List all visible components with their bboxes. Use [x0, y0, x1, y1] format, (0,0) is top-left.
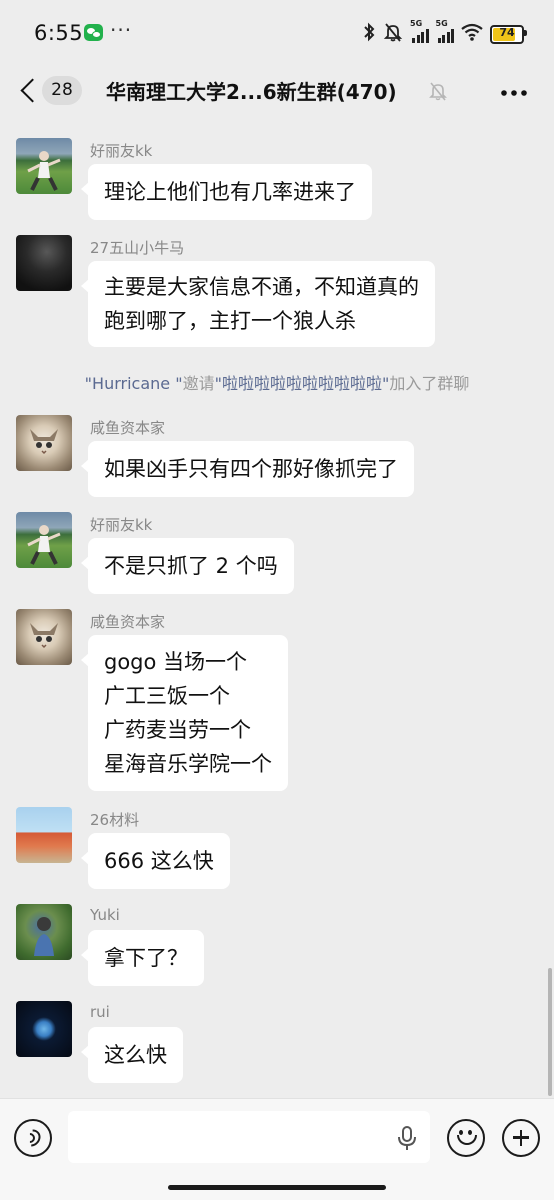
system-notice-suffix: 加入了群聊	[389, 374, 470, 393]
chat-title[interactable]: 华南理工大学2...6新生群(470)	[106, 76, 397, 105]
message-bubble[interactable]: 主要是大家信息不通，不知道真的 跑到哪了，主打一个狼人杀	[81, 261, 435, 347]
cat-avatar[interactable]	[16, 609, 72, 665]
voice-icon[interactable]	[14, 1119, 52, 1157]
message-text: 广工三饭一个	[104, 684, 230, 708]
earth-avatar[interactable]	[16, 1001, 72, 1057]
dark-photo-avatar[interactable]	[16, 235, 72, 291]
message-text: 广药麦当劳一个	[104, 718, 251, 742]
cat-avatar[interactable]	[16, 415, 72, 471]
sender-name: 咸鱼资本家	[90, 419, 166, 437]
wifi-icon	[461, 23, 483, 45]
scrollbar[interactable]	[548, 968, 552, 1096]
person-avatar[interactable]	[16, 904, 72, 960]
microphone-icon[interactable]	[397, 1126, 417, 1152]
status-bar: 6:55 ··· 5G 5G 74	[0, 0, 554, 66]
sender-name: 26材料	[90, 811, 140, 829]
signal-icon: 5G	[410, 19, 429, 43]
message-text: 如果凶手只有四个那好像抓完了	[104, 457, 398, 481]
status-time: 6:55	[34, 21, 84, 45]
message-text: 这么快	[104, 1043, 167, 1067]
sender-name: 好丽友kk	[90, 142, 153, 160]
plus-icon[interactable]	[502, 1119, 540, 1157]
signal-label: 5G	[410, 19, 423, 28]
sender-name: 咸鱼资本家	[90, 613, 166, 631]
soccer-player-avatar[interactable]	[16, 512, 72, 568]
message-text: 拿下了？	[104, 946, 188, 970]
invitee-name[interactable]: "啦啦啦啦啦啦啦啦啦啦"	[215, 374, 390, 393]
message-text: 理论上他们也有几率进来了	[104, 180, 356, 204]
sender-name: 好丽友kk	[90, 516, 153, 534]
sender-name: 27五山小牛马	[90, 239, 185, 257]
inviter-name[interactable]: "Hurricane "	[85, 374, 183, 393]
message-bubble[interactable]: 理论上他们也有几率进来了	[81, 164, 372, 220]
message-text: 不是只抓了 2 个吗	[104, 554, 278, 578]
sender-name: rui	[90, 1003, 110, 1021]
message-list[interactable]: 好丽友kk 理论上他们也有几率进来了 27五山小牛马 主要是大家信息不通，不知道…	[0, 118, 554, 1098]
message-text: 跑到哪了，主打一个狼人杀	[104, 309, 356, 333]
more-options-button[interactable]	[500, 78, 528, 103]
home-indicator[interactable]	[168, 1185, 386, 1190]
message-bubble[interactable]: 拿下了？	[81, 930, 204, 986]
signal-icon: 5G	[436, 19, 454, 43]
wechat-notification-icon	[84, 24, 103, 41]
soccer-player-avatar[interactable]	[16, 138, 72, 194]
battery-icon: 74	[490, 24, 527, 44]
status-icons: 5G 5G 74	[362, 19, 527, 48]
system-notice-verb: 邀请	[182, 374, 215, 393]
message-bubble[interactable]: 666 这么快	[81, 833, 230, 889]
more-notifications-icon: ···	[110, 18, 133, 42]
chevron-left-icon	[20, 78, 45, 103]
message-text: 星海音乐学院一个	[104, 752, 272, 776]
battery-level: 74	[499, 25, 515, 39]
bell-off-icon	[428, 81, 448, 101]
message-text: gogo 当场一个	[104, 650, 248, 674]
message-bubble[interactable]: gogo 当场一个 广工三饭一个 广药麦当劳一个 星海音乐学院一个	[81, 635, 288, 791]
emoji-icon[interactable]	[447, 1119, 485, 1157]
building-avatar[interactable]	[16, 807, 72, 863]
message-bubble[interactable]: 如果凶手只有四个那好像抓完了	[81, 441, 414, 497]
message-bubble[interactable]: 这么快	[81, 1027, 183, 1083]
message-text: 主要是大家信息不通，不知道真的	[104, 275, 419, 299]
unread-count-badge: 28	[42, 76, 82, 105]
sender-name: Yuki	[90, 906, 120, 924]
chat-header: 28 华南理工大学2...6新生群(470)	[0, 66, 554, 118]
message-input[interactable]	[68, 1111, 430, 1163]
message-text: 666 这么快	[104, 849, 214, 873]
bell-off-icon	[383, 22, 403, 46]
input-bar	[0, 1098, 554, 1200]
system-notice: "Hurricane "邀请"啦啦啦啦啦啦啦啦啦啦"加入了群聊	[0, 370, 554, 394]
more-horizontal-icon	[501, 90, 527, 96]
message-bubble[interactable]: 不是只抓了 2 个吗	[81, 538, 294, 594]
signal-label: 5G	[435, 19, 448, 28]
bluetooth-icon	[362, 22, 376, 47]
back-button[interactable]: 28	[16, 74, 108, 110]
